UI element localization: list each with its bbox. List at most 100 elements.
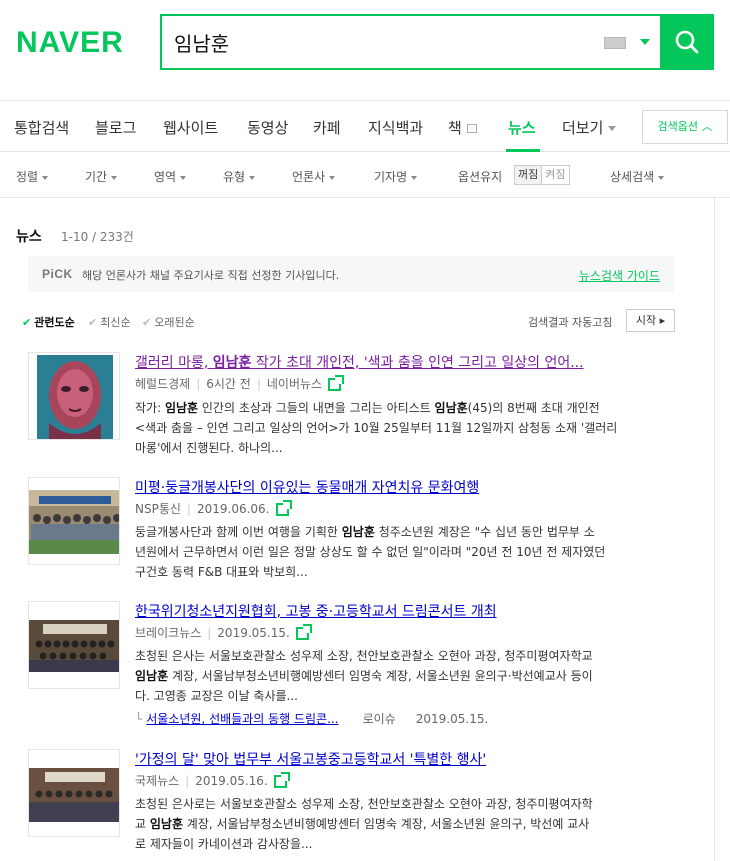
tab-blog[interactable]: 블로그	[95, 117, 136, 138]
press-name[interactable]: NSP통신	[135, 502, 181, 516]
filter-reporter[interactable]: 기자명	[374, 168, 418, 185]
option-toggle[interactable]: 꺼짐 켜짐	[514, 165, 570, 185]
tab-book[interactable]: 책	[448, 117, 477, 138]
news-date: 2019.05.16.	[195, 774, 268, 788]
filter-detail[interactable]: 상세검색	[610, 168, 665, 185]
toggle-on[interactable]: 켜짐	[542, 166, 568, 184]
news-title[interactable]: 한국위기청소년지원협회, 고봉 중·고등학교서 드림콘서트 개최	[135, 601, 497, 621]
press-name[interactable]: 헤럴드경제	[135, 377, 190, 391]
search-input[interactable]	[174, 28, 574, 56]
sort-oldest[interactable]: ✔ 오래된순	[142, 314, 195, 330]
filter-area[interactable]: 영역	[154, 168, 187, 185]
keyboard-icon[interactable]	[604, 37, 626, 49]
tab-video[interactable]: 동영상	[247, 117, 288, 138]
category-tabs: 통합검색 블로그 웹사이트 동영상 카페 지식백과 책 뉴스 더보기 검색옵션 …	[0, 100, 730, 152]
search-options-label: 검색옵션	[657, 120, 698, 133]
caret-icon	[329, 175, 336, 180]
filter-type[interactable]: 유형	[223, 168, 256, 185]
news-thumbnail[interactable]	[28, 352, 120, 440]
news-meta: NSP통신 | 2019.06.06.	[135, 500, 292, 517]
portrait-painting-image	[29, 353, 119, 439]
group-photo-image	[29, 478, 119, 564]
desc-line: 둥글개봉사단과 함께 이번 여행을 기획한 임남훈 청주소년원 계장은 "수 십…	[135, 522, 675, 542]
press-name[interactable]: 브레이크뉴스	[135, 626, 201, 640]
filter-label: 유형	[223, 170, 246, 184]
news-title[interactable]: 미평·둥글개봉사단의 이유있는 동물매개 자연치유 문화여행	[135, 477, 479, 497]
pick-logo: PiCK	[42, 267, 73, 281]
share-icon[interactable]	[295, 624, 312, 640]
separator: |	[196, 377, 201, 391]
news-time: 6시간 전	[206, 377, 251, 391]
desc-line: 임남훈 계장, 서울남부청소년비행예방센터 임명숙 계장, 서울소년원 윤의구·…	[135, 666, 675, 686]
toggle-off[interactable]: 꺼짐	[515, 166, 543, 184]
group-photo-image	[29, 750, 119, 836]
related-news-title[interactable]: 서울소년원, 선배들과의 동행 드림콘...	[146, 712, 338, 726]
sort-label: 관련도순	[34, 316, 75, 329]
filter-sort[interactable]: 정렬	[16, 168, 49, 185]
sort-label: 오래된순	[154, 316, 195, 329]
desc-text: 계장, 서울남부청소년비행예방센터 임명숙 계장, 서울소년원 윤의구, 박선예…	[182, 817, 590, 831]
sort-relevance[interactable]: ✔ 관련도순	[22, 314, 75, 330]
naver-news-link[interactable]: 네이버뉴스	[267, 377, 322, 391]
news-title[interactable]: 갤러리 마롱, 임남훈 작가 초대 개인전, '색과 춤을 인연 그리고 일상의…	[135, 352, 584, 372]
chevron-up-icon: ︿	[701, 120, 713, 133]
news-meta: 헤럴드경제 | 6시간 전 | 네이버뉴스	[135, 375, 345, 392]
filter-bar: 정렬 기간 영역 유형 언론사 기자명 옵션유지 상세검색	[0, 152, 730, 198]
desc-line: 초청된 은사로는 서울보호관찰소 성우제 소장, 천안보호관찰소 오현아 과장,…	[135, 797, 593, 811]
desc-text: 계장, 서울남부청소년비행예방센터 임명숙 계장, 서울소년원 윤의구·박선예교…	[168, 669, 593, 683]
play-icon: ▸	[659, 314, 666, 327]
filter-label: 기간	[85, 170, 108, 184]
tab-more[interactable]: 더보기	[562, 117, 617, 138]
pick-notice: PiCK 해당 언론사가 채널 주요기사로 직접 선정한 기사입니다. 뉴스검색…	[28, 256, 674, 292]
desc-text: 둥글개봉사단과 함께 이번 여행을 기획한	[135, 525, 342, 539]
news-thumbnail[interactable]	[28, 749, 120, 837]
spacer: |	[403, 712, 408, 726]
tab-knowledge[interactable]: 지식백과	[368, 117, 423, 138]
press-name[interactable]: 국제뉴스	[135, 774, 179, 788]
check-icon: ✔	[22, 316, 32, 329]
chevron-down-icon[interactable]	[640, 39, 650, 45]
desc-line: 작가: 임남훈 인간의 초상과 그들의 내면을 그리는 아티스트 임남훈(45)…	[135, 398, 675, 418]
filter-period[interactable]: 기간	[85, 168, 118, 185]
desc-highlight: 임남훈	[164, 401, 199, 415]
check-icon: ✔	[142, 316, 152, 329]
share-icon[interactable]	[275, 500, 292, 516]
separator: |	[256, 377, 261, 391]
filter-press[interactable]: 언론사	[292, 168, 336, 185]
sort-latest[interactable]: ✔ 최신순	[88, 314, 131, 330]
caret-icon	[658, 175, 665, 180]
search-button[interactable]	[660, 14, 714, 70]
caret-icon	[42, 175, 49, 180]
search-box[interactable]	[160, 14, 714, 70]
share-icon[interactable]	[328, 375, 345, 391]
tab-news[interactable]: 뉴스	[508, 117, 536, 138]
news-thumbnail[interactable]	[28, 477, 120, 565]
news-guide-link[interactable]: 뉴스검색 가이드	[579, 267, 660, 284]
result-count: 1-10 / 233건	[61, 230, 134, 244]
news-thumbnail[interactable]	[28, 601, 120, 689]
tab-cafe[interactable]: 카페	[313, 117, 341, 138]
desc-line: 다. 고영종 교장은 이날 축사를...	[135, 689, 298, 703]
news-meta: 국제뉴스 | 2019.05.16.	[135, 772, 290, 789]
reply-arrow-icon: └	[135, 712, 143, 726]
group-photo-image	[29, 602, 119, 688]
desc-highlight: 임남훈	[341, 525, 375, 539]
filter-label: 정렬	[16, 170, 39, 184]
tab-integrated[interactable]: 통합검색	[14, 117, 69, 138]
auto-refresh-start-button[interactable]: 시작 ▸	[626, 309, 675, 332]
desc-line: 초청된 은사는 서울보호관찰소 성우제 소장, 천안보호관찰소 오현아 과장, …	[135, 649, 593, 663]
naver-logo[interactable]: NAVER	[16, 26, 124, 60]
title-text: 작가 초대 개인전, '색과 춤을 인연 그리고 일상의 언어...	[251, 355, 584, 371]
section-title: 뉴스	[16, 229, 42, 245]
tab-website[interactable]: 웹사이트	[163, 117, 218, 138]
filter-keep-option: 옵션유지	[458, 170, 503, 184]
search-options-button[interactable]: 검색옵션 ︿	[642, 110, 728, 144]
news-title[interactable]: '가정의 달' 맞아 법무부 서울고봉중고등학교서 '특별한 행사'	[135, 749, 486, 769]
caret-icon	[249, 175, 256, 180]
share-icon[interactable]	[273, 772, 290, 788]
separator: |	[186, 502, 191, 516]
desc-line: <색과 춤을 – 인연 그리고 일상의 언어>가 10월 25일부터 11월 1…	[135, 421, 618, 435]
related-press[interactable]: 로이슈	[363, 712, 396, 726]
news-description: 작가: 임남훈 인간의 초상과 그들의 내면을 그리는 아티스트 임남훈(45)…	[135, 398, 675, 458]
filter-label: 기자명	[374, 170, 408, 184]
